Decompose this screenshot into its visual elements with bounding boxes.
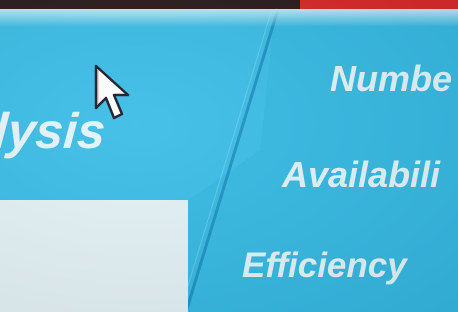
- arrow-pointer-icon: [94, 64, 130, 120]
- field-label-availability[interactable]: Availabili: [282, 154, 440, 196]
- top-glow: [0, 9, 458, 27]
- field-label-number[interactable]: Numbe: [330, 58, 452, 100]
- screen: lysis Numbe Availabili Efficiency: [0, 0, 458, 312]
- field-label-efficiency[interactable]: Efficiency: [242, 246, 407, 286]
- content-box: [0, 200, 188, 312]
